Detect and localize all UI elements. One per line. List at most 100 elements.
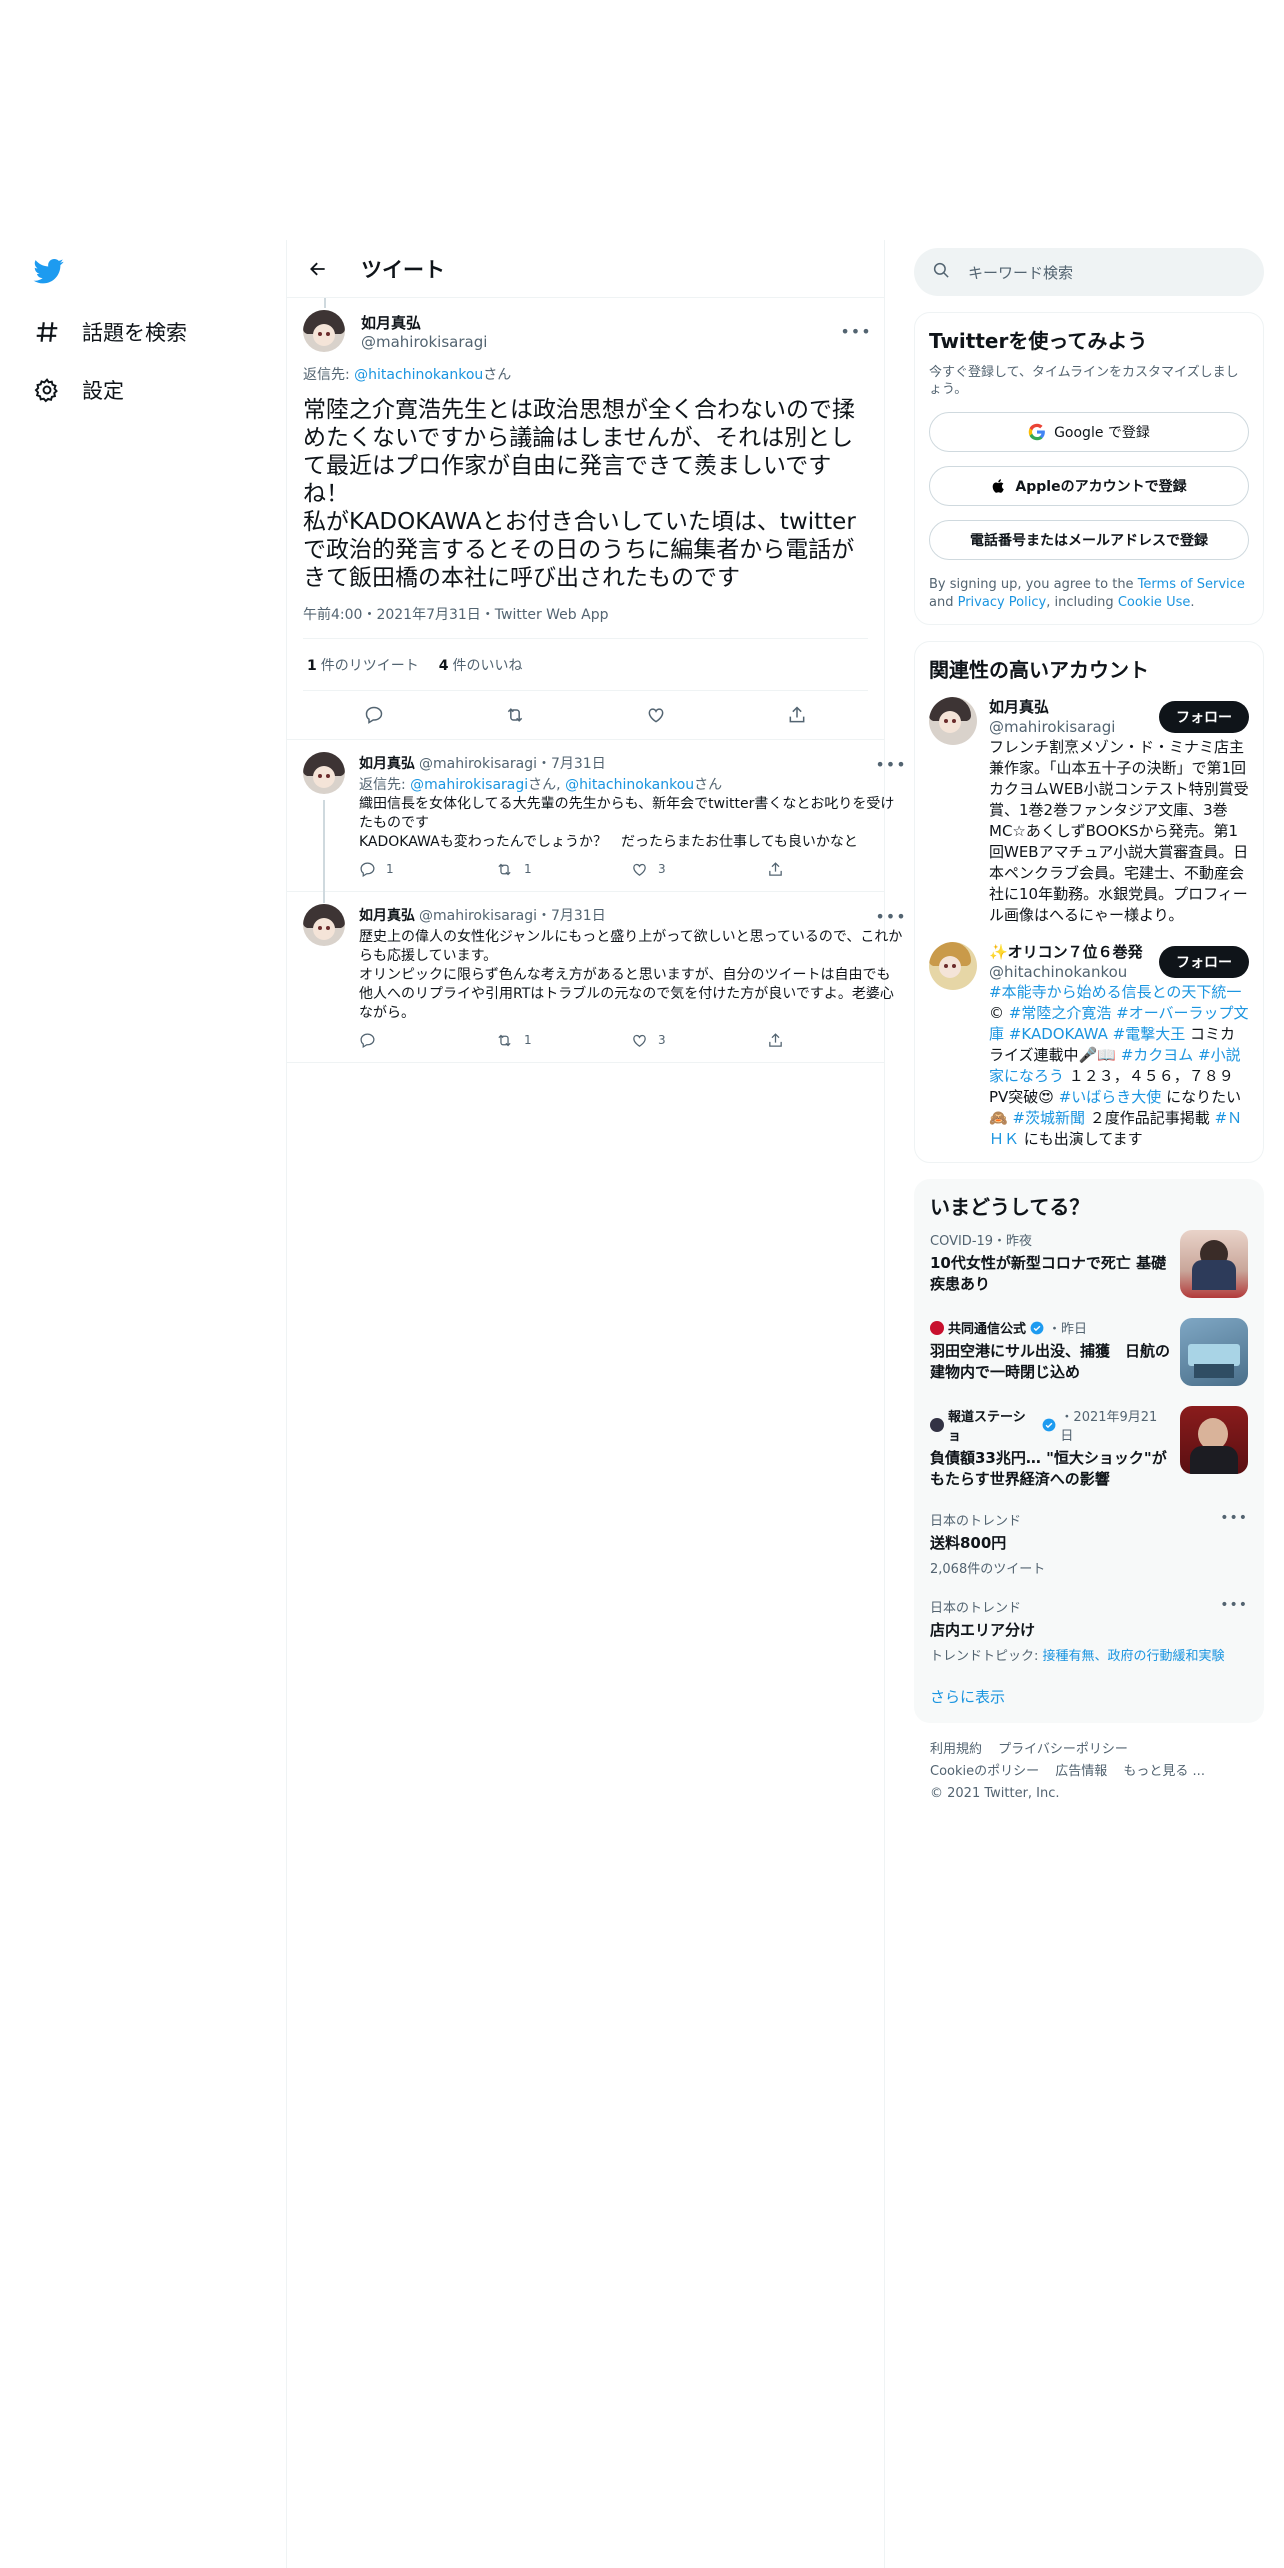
share-action[interactable]: [767, 1031, 903, 1050]
trend-time: ・昨日: [1048, 1322, 1088, 1337]
account-item[interactable]: 如月真弘 @mahirokisaragi フレンチ割烹メゾン・ド・ミナミ店主兼作…: [929, 697, 1249, 926]
retweet-icon: [498, 863, 511, 876]
more-options-icon[interactable]: •••: [1220, 1510, 1248, 1526]
footer-link[interactable]: プライバシーポリシー: [998, 1742, 1128, 1757]
retweet-action[interactable]: 1: [495, 860, 631, 879]
trend-title: 送料800円: [930, 1534, 1007, 1552]
copyright: © 2021 Twitter, Inc.: [930, 1786, 1060, 1801]
footer-link[interactable]: もっと見る ...: [1123, 1764, 1205, 1779]
trend-title: 店内エリア分け: [930, 1621, 1036, 1639]
phone-email-signup-label: 電話番号またはメールアドレスで登録: [970, 533, 1208, 549]
like-action[interactable]: 3: [631, 860, 767, 879]
author-handle[interactable]: @mahirokisaragi: [361, 333, 844, 351]
trend-item[interactable]: 共同通信公式 ・昨日 羽田空港にサル出没、捕獲 日航の建物内で一時閉じ込め: [914, 1308, 1264, 1396]
footer-link[interactable]: 利用規約: [930, 1742, 982, 1757]
trend-item[interactable]: 報道ステーショ ・2021年9月21日 負債額33兆円… "恒大ショック"がもた…: [914, 1396, 1264, 1500]
reply-tweet[interactable]: 如月真弘 @mahirokisaragi ・7月31日 ••• 返信先: @ma…: [287, 740, 906, 903]
tweet-date[interactable]: ・7月31日: [537, 755, 606, 774]
retweet-icon[interactable]: [498, 698, 532, 732]
avatar[interactable]: [303, 310, 345, 352]
more-options-icon[interactable]: •••: [875, 752, 905, 776]
thread-line: [323, 800, 325, 903]
privacy-policy-link[interactable]: Privacy Policy: [958, 595, 1047, 610]
account-bio: フレンチ割烹メゾン・ド・ミナミ店主兼作家。「山本五十子の決断」で第1回カクヨムW…: [989, 738, 1249, 924]
tweet-text: 織田信長を女体化してる大先輩の先生からも、新年会でtwitter書くなとお叱りを…: [359, 796, 895, 850]
author-name[interactable]: 如月真弘: [361, 312, 844, 333]
hashtag-link[interactable]: #常陸之介寛浩: [1009, 1004, 1112, 1022]
reply-to-link[interactable]: @hitachinokankou: [354, 367, 483, 383]
reply-action[interactable]: 1: [359, 860, 495, 879]
cookie-use-link[interactable]: Cookie Use: [1118, 595, 1191, 610]
tweet-timestamp[interactable]: 午前4:00・2021年7月31日・Twitter Web App: [303, 604, 868, 639]
retweet-action[interactable]: 1: [495, 1031, 631, 1050]
hashtag-link[interactable]: #いばらき大使: [1059, 1088, 1162, 1106]
tweet-date[interactable]: ・7月31日: [537, 907, 606, 926]
reply-tweet[interactable]: 如月真弘 @mahirokisaragi ・7月31日 ••• 歴史上の偉人の女…: [287, 892, 906, 1063]
share-icon[interactable]: [780, 698, 814, 732]
terms-of-service-link[interactable]: Terms of Service: [1138, 577, 1245, 592]
like-icon: [633, 863, 646, 876]
reply-to-link[interactable]: @mahirokisaragi: [410, 777, 528, 793]
reply-action[interactable]: [359, 1031, 495, 1050]
verified-badge-icon: [1042, 1418, 1056, 1432]
signup-title: Twitterを使ってみよう: [929, 329, 1148, 353]
account-bio: #本能寺から始める信長との天下統一 ©︎ #常陸之介寛浩 #オーバーラップ文庫 …: [989, 982, 1249, 1150]
bio-text: にも出演してます: [1019, 1130, 1143, 1148]
follow-button[interactable]: フォロー: [1159, 946, 1249, 978]
footer-link[interactable]: 広告情報: [1055, 1764, 1107, 1779]
nav-settings[interactable]: 設定: [32, 366, 124, 414]
hashtag-link[interactable]: #KADOKAWA: [1009, 1025, 1108, 1043]
trend-category: COVID-19・昨夜: [930, 1234, 1033, 1249]
trend-thumbnail: [1180, 1318, 1248, 1386]
phone-email-signup-button[interactable]: 電話番号またはメールアドレスで登録: [929, 520, 1249, 560]
twitter-logo-icon[interactable]: [32, 256, 66, 288]
search-input[interactable]: キーワード検索: [968, 262, 1073, 283]
apple-signup-button[interactable]: Appleのアカウントで登録: [929, 466, 1249, 506]
author-handle[interactable]: @mahirokisaragi: [419, 907, 537, 926]
share-action[interactable]: [767, 860, 903, 879]
follow-button[interactable]: フォロー: [1159, 701, 1249, 733]
more-options-icon[interactable]: •••: [875, 904, 905, 928]
thread-line: [324, 298, 326, 308]
trend-item[interactable]: 日本のトレンド 店内エリア分け トレンドトピック: 接種有無、政府の行動緩和実験…: [914, 1587, 1264, 1674]
author-handle[interactable]: @mahirokisaragi: [419, 755, 537, 774]
main-column: ツイート 如月真弘 @mahirokisaragi ••• 返信先: @hita…: [287, 240, 906, 1063]
show-more-link[interactable]: さらに表示: [914, 1674, 1264, 1711]
trend-item[interactable]: COVID-19・昨夜 10代女性が新型コロナで死亡 基礎疾患あり: [914, 1220, 1264, 1308]
nav-explore[interactable]: 話題を検索: [32, 308, 187, 356]
account-item[interactable]: ✨オリコン７位６巻発 @hitachinokankou #本能寺から始める信長と…: [929, 942, 1249, 1150]
author-name[interactable]: 如月真弘: [359, 755, 415, 774]
reply-icon[interactable]: [357, 698, 391, 732]
retweet-stat[interactable]: 1 件のリツイート: [307, 655, 419, 675]
avatar[interactable]: [929, 697, 977, 745]
reply-prefix: 返信先:: [359, 777, 411, 793]
focal-tweet: 如月真弘 @mahirokisaragi ••• 返信先: @hitachino…: [287, 298, 884, 740]
hashtag-link[interactable]: #茨城新聞: [1012, 1109, 1085, 1127]
hashtag-link[interactable]: #本能寺から始める信長との天下統一: [989, 983, 1241, 1001]
back-arrow-icon[interactable]: [303, 254, 333, 284]
trend-category: 報道ステーショ ・2021年9月21日: [930, 1406, 1170, 1444]
terms-text: , including: [1046, 595, 1118, 610]
like-count: 3: [658, 862, 666, 876]
more-options-icon[interactable]: •••: [1220, 1597, 1248, 1613]
trend-category: 日本のトレンド: [930, 1514, 1022, 1529]
hashtag-link[interactable]: #電撃大王: [1113, 1025, 1186, 1043]
page-header: ツイート: [287, 240, 884, 298]
like-action[interactable]: 3: [631, 1031, 767, 1050]
avatar[interactable]: [929, 942, 977, 990]
avatar[interactable]: [303, 752, 345, 794]
author-name[interactable]: 如月真弘: [359, 907, 415, 926]
hashtag-link[interactable]: #カクヨム: [1121, 1046, 1194, 1064]
avatar[interactable]: [303, 904, 345, 946]
search-bar[interactable]: キーワード検索: [914, 248, 1264, 296]
like-icon[interactable]: [639, 698, 673, 732]
trend-item[interactable]: 日本のトレンド 送料800円 2,068件のツイート •••: [914, 1500, 1264, 1587]
google-signup-button[interactable]: Google で登録: [929, 412, 1249, 452]
reply-to-link[interactable]: @hitachinokankou: [565, 777, 694, 793]
signup-card: Twitterを使ってみよう 今すぐ登録して、タイムラインをカスタマイズしましょ…: [914, 312, 1264, 625]
retweet-icon: [498, 1034, 511, 1047]
trend-topic-link[interactable]: 接種有無、政府の行動緩和実験: [1043, 1649, 1225, 1664]
like-stat[interactable]: 4 件のいいね: [439, 655, 523, 675]
footer-link[interactable]: Cookieのポリシー: [930, 1764, 1039, 1779]
more-options-icon[interactable]: •••: [840, 319, 870, 343]
